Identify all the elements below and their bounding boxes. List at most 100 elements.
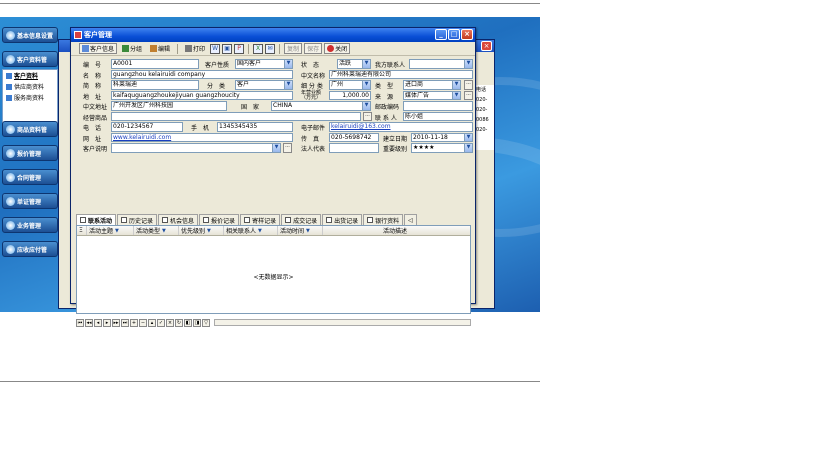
nav-globe-icon [6, 54, 15, 64]
submenu-item-customer[interactable]: 客户资料 [3, 70, 57, 81]
tab-opportunity[interactable]: 机会信息 [158, 214, 199, 225]
nav-item-quote[interactable]: 报价管理 [2, 145, 58, 161]
brief-field[interactable]: 科莱瑞迪 [111, 80, 199, 90]
fax-field[interactable]: 020-5698742 [329, 132, 379, 142]
category-select[interactable]: 客户 ▼ [235, 80, 293, 90]
bookmark-button[interactable]: ◧ [184, 318, 192, 327]
nav-item-documents[interactable]: 单证管理 [2, 193, 58, 209]
status-select[interactable]: 活跃 ▼ [337, 59, 371, 69]
email-field[interactable]: kelairuidi@163.com [329, 122, 473, 132]
edit-record-button[interactable]: ▴ [148, 318, 156, 327]
word-export-icon[interactable]: W [210, 43, 221, 54]
refresh-button[interactable]: ↻ [175, 318, 183, 327]
minimize-button[interactable]: _ [435, 29, 447, 40]
grouping-button[interactable]: 分组 [119, 43, 145, 54]
code-field[interactable]: A0001 [111, 59, 199, 69]
column-time[interactable]: 活动时间 ▼ [278, 226, 323, 235]
submenu-item-service[interactable]: 服务商资料 [3, 92, 57, 103]
country-select[interactable]: CHINA ▼ [271, 101, 371, 111]
tab-deals[interactable]: 成交记录 [281, 214, 322, 225]
name-field[interactable]: guangzhou kelairuidi company [111, 69, 293, 79]
chevron-down-icon: ▼ [362, 81, 370, 89]
tab-samples[interactable]: 寄样记录 [240, 214, 281, 225]
goto-bookmark-button[interactable]: ◨ [193, 318, 201, 327]
mobile-field[interactable]: 1345345435 [217, 122, 293, 132]
tab-shipments[interactable]: 出货记录 [322, 214, 363, 225]
image-icon[interactable]: ▣ [222, 43, 233, 54]
address-field[interactable]: kaifaquguangzhoukejiyuan guangzhoucity [111, 90, 293, 100]
tab-bank[interactable]: 银行资料 [363, 214, 404, 225]
nav-item-product[interactable]: 商品资料管 [2, 121, 58, 137]
nav-item-customer[interactable]: 客户资料管 [2, 51, 58, 67]
column-subject[interactable]: 活动主题 ▼ [87, 226, 134, 235]
legal-field[interactable] [329, 143, 379, 153]
chevron-down-icon: ▼ [464, 60, 472, 68]
products-field[interactable] [111, 111, 361, 121]
add-record-button[interactable]: + [130, 318, 138, 327]
pdf-icon[interactable]: P [234, 43, 245, 54]
empty-state: <无数据显示> [253, 274, 294, 281]
desc-field[interactable]: ▼ [111, 143, 281, 153]
type-select[interactable]: 进口商 ▼ [403, 80, 461, 90]
products-browse-button[interactable]: ··· [363, 111, 372, 121]
level-select[interactable]: ★★★★ ▼ [411, 143, 473, 153]
linkman-field[interactable]: 陈小姐 [403, 111, 473, 121]
print-button[interactable]: 打印 [182, 43, 208, 54]
next-record-button[interactable]: ▸ [103, 318, 111, 327]
save-button[interactable]: 保存 [304, 43, 323, 54]
last-record-button[interactable]: ⏭ [121, 318, 129, 327]
nav-item-basic-settings[interactable]: 基本信息设置 [2, 27, 58, 43]
cn-name-field[interactable]: 广州科莱瑞迪有限公司 [329, 69, 473, 79]
excel-export-icon[interactable]: X [253, 43, 264, 54]
mail-icon[interactable]: ✉ [265, 43, 276, 54]
horizontal-scrollbar[interactable] [214, 319, 471, 326]
our-contact-select[interactable]: ▼ [409, 59, 473, 69]
tab-quotes[interactable]: 报价记录 [199, 214, 240, 225]
nav-globe-icon [6, 148, 15, 158]
created-date-field[interactable]: 2010-11-18 ▼ [411, 132, 473, 142]
edit-button[interactable]: 编辑 [147, 43, 173, 54]
cancel-record-button[interactable]: × [166, 318, 174, 327]
customer-info-button[interactable]: 客户信息 [79, 43, 118, 54]
post-record-button[interactable]: ✓ [157, 318, 165, 327]
tab-scroll-left[interactable]: ◁ [404, 214, 417, 225]
first-record-button[interactable]: ⏮ [76, 318, 84, 327]
nav-item-receivables[interactable]: 应收应付管 [2, 241, 58, 257]
chevron-down-icon: ▼ [452, 91, 460, 99]
source-select[interactable]: 媒体广告 ▼ [403, 90, 461, 100]
nature-select[interactable]: 国内客户 ▼ [235, 59, 293, 69]
phone-field[interactable]: 020-1234567 [111, 122, 183, 132]
turnover-field[interactable]: 1,000.00 [329, 90, 371, 100]
website-field[interactable]: www.kelairuidi.com [111, 132, 293, 142]
nav-item-contract[interactable]: 合同管理 [2, 169, 58, 185]
prev-record-button[interactable]: ◂ [94, 318, 102, 327]
delete-record-button[interactable]: − [139, 318, 147, 327]
website-label: 网 址 [83, 135, 102, 143]
group-icon [122, 45, 130, 52]
address-label: 地 址 [83, 93, 102, 101]
deal-icon [285, 217, 292, 223]
column-contact[interactable]: 相关联系人 ▼ [224, 226, 278, 235]
cn-address-field[interactable]: 广州开发区广州科技园 [111, 101, 227, 111]
column-description[interactable]: 活动描述 [323, 226, 470, 235]
postcode-field[interactable] [403, 101, 473, 111]
source-browse-button[interactable]: ··· [464, 90, 473, 100]
type-browse-button[interactable]: ··· [464, 80, 473, 90]
maximize-button[interactable]: □ [448, 29, 460, 40]
submenu-item-supplier[interactable]: 供应商资料 [3, 81, 57, 92]
tab-history[interactable]: 历史记录 [117, 214, 158, 225]
tab-contact-activities[interactable]: 联系活动 [76, 214, 117, 225]
background-close-icon[interactable]: × [481, 41, 492, 51]
close-window-button[interactable]: × [461, 29, 473, 40]
desc-browse-button[interactable]: ··· [283, 143, 292, 153]
prev-page-button[interactable]: ◂◂ [85, 318, 93, 327]
filter-icon[interactable]: ▽ [202, 318, 210, 327]
postcode-label: 邮政编码 [375, 104, 400, 111]
copy-button[interactable]: 复制 [284, 43, 303, 54]
next-page-button[interactable]: ▸▸ [112, 318, 120, 327]
nav-item-business[interactable]: 业务管理 [2, 217, 58, 233]
close-button[interactable]: 关闭 [324, 43, 351, 54]
region-select[interactable]: 广州 ▼ [329, 80, 371, 90]
column-type[interactable]: 活动类型 ▼ [134, 226, 179, 235]
column-priority[interactable]: 优先级别 ▼ [179, 226, 224, 235]
